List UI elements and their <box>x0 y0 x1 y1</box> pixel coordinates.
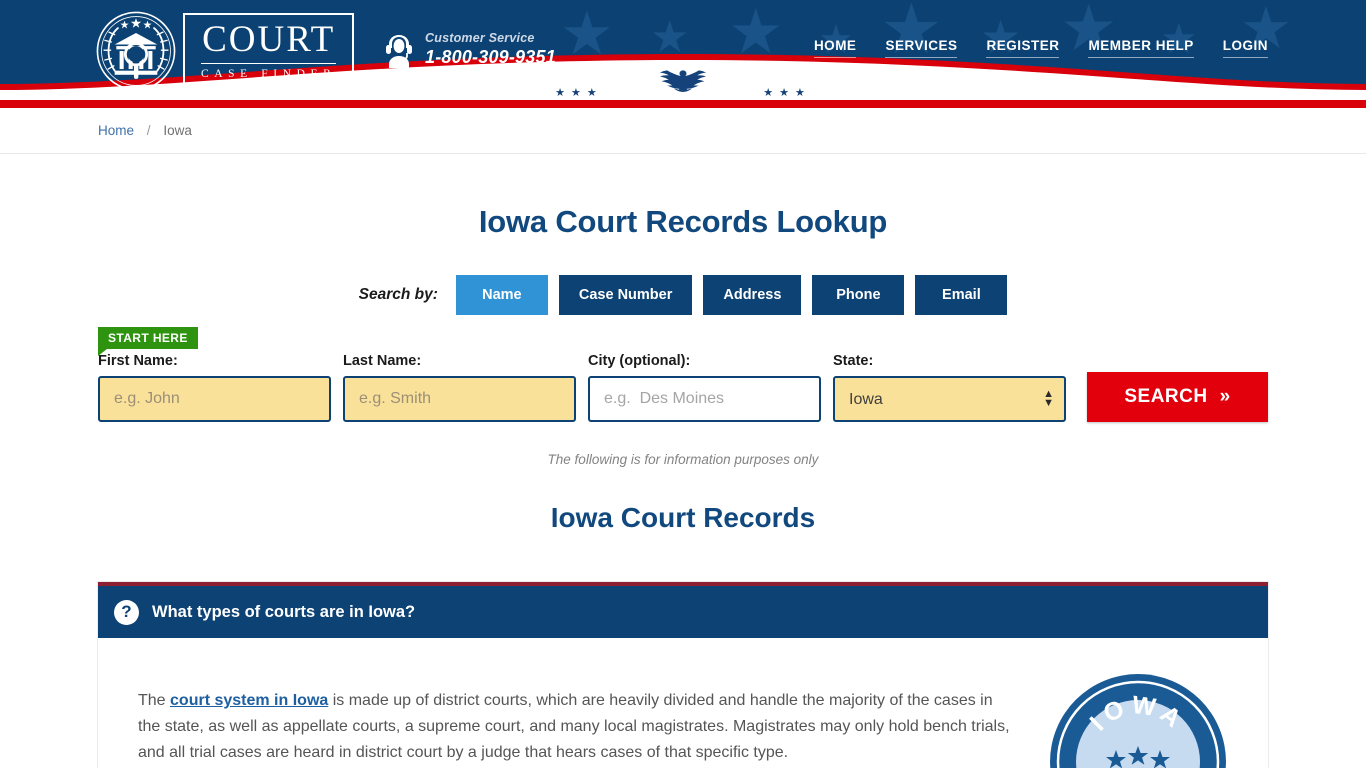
headset-support-icon <box>386 35 412 68</box>
search-by-tabs: Search by: Name Case Number Address Phon… <box>0 275 1366 315</box>
breadcrumb-home[interactable]: Home <box>98 123 134 138</box>
court-system-link[interactable]: court system in Iowa <box>170 692 328 709</box>
faq-body: The court system in Iowa is made up of d… <box>98 638 1268 768</box>
main-content: Iowa Court Records Lookup Search by: Nam… <box>0 204 1366 768</box>
logo-text-box: COURT CASE FINDER <box>183 13 355 89</box>
page-title: Iowa Court Records Lookup <box>478 204 888 239</box>
customer-service-phone[interactable]: 1-800-309-9351 <box>425 47 556 68</box>
first-name-field-group: First Name: <box>98 353 331 422</box>
tab-email[interactable]: Email <box>915 275 1008 315</box>
customer-service-block: Customer Service 1-800-309-9351 <box>383 31 556 68</box>
breadcrumb-current: Iowa <box>163 123 192 138</box>
first-name-input[interactable] <box>98 376 331 422</box>
main-navigation: HOME SERVICES REGISTER MEMBER HELP LOGIN <box>813 38 1268 58</box>
question-mark-icon: ? <box>114 599 139 625</box>
city-input[interactable] <box>588 376 821 422</box>
tab-phone[interactable]: Phone <box>812 275 905 315</box>
tab-name[interactable]: Name <box>455 275 548 315</box>
nav-item-login[interactable]: LOGIN <box>1222 38 1268 58</box>
search-button[interactable]: SEARCH » <box>1087 372 1268 422</box>
faq-title: What types of courts are in Iowa? <box>152 602 416 621</box>
faq-paragraph: The court system in Iowa is made up of d… <box>138 688 1018 768</box>
site-logo[interactable]: COURT CASE FINDER <box>95 10 355 92</box>
faq-panel: ? What types of courts are in Iowa? The … <box>98 582 1268 768</box>
logo-word: COURT <box>202 19 336 60</box>
tab-address[interactable]: Address <box>703 275 802 315</box>
nav-item-member-help[interactable]: MEMBER HELP <box>1088 38 1194 58</box>
nav-item-home[interactable]: HOME <box>813 38 857 58</box>
customer-service-label: Customer Service <box>425 31 535 46</box>
wave-star-decoration: ★★★ ★★★ <box>555 87 811 99</box>
state-label: State: <box>833 353 874 369</box>
double-chevron-right-icon: » <box>1219 386 1231 407</box>
last-name-input[interactable] <box>343 376 576 422</box>
city-label: City (optional): <box>588 353 691 369</box>
header-red-stripe <box>0 100 1366 108</box>
information-note: The following is for information purpose… <box>547 452 819 467</box>
tab-case-number[interactable]: Case Number <box>558 275 693 315</box>
state-select[interactable]: Iowa <box>833 376 1066 422</box>
search-button-label: SEARCH <box>1124 386 1208 407</box>
first-name-label: First Name: <box>98 353 178 369</box>
faq-header[interactable]: ? What types of courts are in Iowa? <box>98 586 1268 638</box>
last-name-label: Last Name: <box>343 353 422 369</box>
city-field-group: City (optional): <box>588 353 821 422</box>
breadcrumb: Home / Iowa <box>98 123 192 138</box>
logo-subword: CASE FINDER <box>201 63 337 80</box>
nav-item-services[interactable]: SERVICES <box>885 38 958 58</box>
breadcrumb-bar: Home / Iowa <box>0 108 1366 154</box>
last-name-field-group: Last Name: <box>343 353 576 422</box>
start-here-badge: START HERE <box>98 327 198 356</box>
breadcrumb-separator: / <box>146 123 151 138</box>
section-title: Iowa Court Records <box>550 502 816 533</box>
iowa-state-seal-icon: IOWA <box>1050 674 1226 768</box>
state-field-group: State: Iowa ▲ ▼ <box>833 353 1066 422</box>
search-by-label: Search by: <box>358 286 438 303</box>
site-header: ★ ★ ★ ★ ★ ★ ★ ★ ★ COURT CASE FINDER Cust… <box>0 0 1366 100</box>
iowa-seal-wrap: IOWA <box>1048 672 1228 768</box>
courthouse-magnifier-wreath-icon <box>96 11 176 91</box>
nav-item-register[interactable]: REGISTER <box>986 38 1060 58</box>
search-form: START HERE First Name: Last Name: City (… <box>98 327 1268 422</box>
faq-text-pre: The <box>138 692 171 709</box>
